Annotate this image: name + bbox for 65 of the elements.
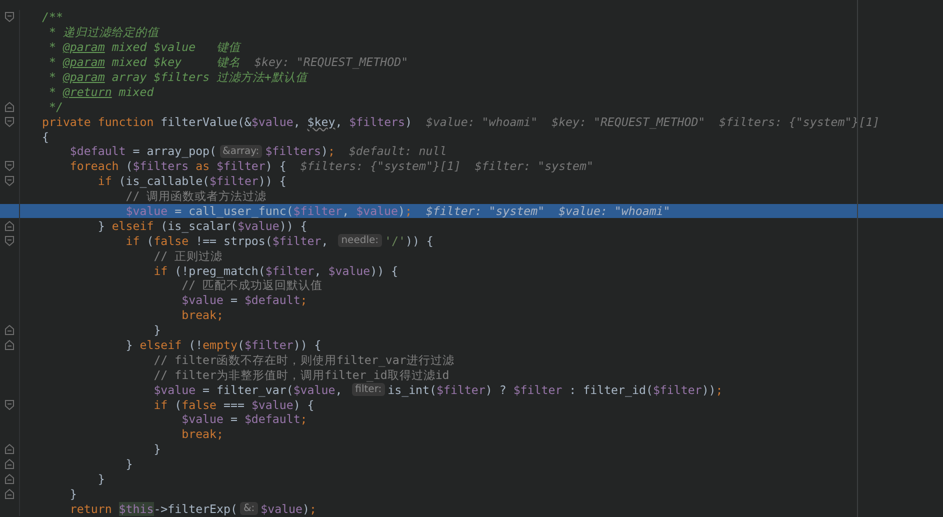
code-text: $filters); — [265, 144, 335, 158]
debug-value: $filters: {"system"}[1] — [719, 114, 880, 129]
code-text: } — [154, 442, 161, 456]
debug-value: $value: "whoami" — [426, 114, 538, 129]
fold-icon[interactable] — [5, 161, 14, 172]
debug-value: $filter: "system" — [426, 204, 545, 218]
parameter-hint: &array: — [220, 144, 262, 158]
debug-value: $default: null — [348, 144, 447, 158]
code-text: private function filterValue(&$value, $key, $filters) — [42, 114, 412, 129]
code-text: break; — [182, 427, 224, 442]
fold-end-icon[interactable] — [5, 220, 14, 231]
code-text: } elseif (!empty($filter)) { — [126, 338, 322, 352]
code-text: // 匹配不成功返回默认值 — [182, 278, 323, 292]
code-text: if (is_callable($filter)) { — [98, 174, 286, 188]
code-text: * @param mixed $key 键名 — [48, 55, 241, 70]
code-text: '/')) { — [384, 234, 434, 248]
fold-end-icon[interactable] — [5, 444, 14, 454]
code-text: // 调用函数或者方法过滤 — [126, 189, 267, 204]
code-text: } — [126, 457, 133, 472]
code-text: } — [154, 323, 161, 338]
code-text: if (false !== strpos($filter, — [126, 234, 330, 248]
code-text: return $this->filterExp( — [70, 502, 238, 516]
code-text: foreach ($filters as $filter) { — [70, 159, 286, 174]
code-text: $value = $default; — [182, 293, 308, 308]
debug-value: $filters: {"system"}[1] — [300, 159, 461, 174]
code-text: // filter函数不存在时，则使用filter_var进行过滤 — [154, 352, 454, 367]
code-text: * 递归过滤给定的值 — [48, 25, 159, 40]
debug-value: $key: "REQUEST_METHOD" — [552, 114, 706, 129]
fold-icon[interactable] — [5, 400, 14, 410]
fold-icon[interactable] — [5, 236, 14, 246]
parameter-hint: filter: — [352, 383, 385, 396]
code-text: // 正则过滤 — [154, 248, 223, 263]
code-text: // filter为非整形值时，调用filter_id取得过滤id — [154, 368, 450, 382]
code-text: if (false === $value) { — [154, 398, 314, 412]
debug-value: $key: "REQUEST_METHOD" — [254, 55, 408, 70]
code-text: * @param array $filters 过滤方法+默认值 — [48, 70, 308, 84]
fold-icon[interactable] — [5, 116, 14, 127]
code-text: * @return mixed — [48, 84, 154, 99]
fold-end-icon[interactable] — [5, 340, 14, 350]
code-text: $default = array_pop( — [70, 144, 217, 158]
code-text: if (!preg_match($filter, $value)) { — [154, 264, 398, 278]
fold-end-icon[interactable] — [5, 488, 14, 499]
code-text: $value); — [260, 502, 316, 516]
code-text: is_int($filter) ? $filter : filter_id($filter)); — [388, 382, 723, 397]
debug-value: $filter: "system" — [474, 159, 594, 174]
parameter-hint: &: — [240, 502, 258, 516]
code-text: /** — [42, 10, 63, 24]
code-text: */ — [48, 100, 63, 114]
parameter-hint: needle: — [338, 234, 382, 248]
code-text: } — [70, 486, 77, 501]
code-text: break; — [182, 308, 224, 322]
code-text: { — [42, 130, 49, 144]
code-text: $value = filter_var($value, — [154, 382, 344, 397]
fold-icon[interactable] — [5, 176, 14, 186]
code-text: } — [98, 472, 105, 486]
fold-icon[interactable] — [5, 12, 14, 22]
fold-end-icon[interactable] — [5, 474, 14, 484]
debug-value: $value: "whoami" — [558, 204, 670, 218]
fold-end-icon[interactable] — [5, 325, 14, 336]
fold-end-icon[interactable] — [5, 102, 14, 112]
code-text: $value = call_user_func($filter, $value); — [126, 204, 412, 218]
fold-end-icon[interactable] — [5, 459, 14, 470]
code-text: $value = $default; — [182, 412, 308, 426]
code-text: } elseif (is_scalar($value)) { — [98, 218, 308, 233]
code-text: * @param mixed $value 键值 — [48, 40, 241, 54]
